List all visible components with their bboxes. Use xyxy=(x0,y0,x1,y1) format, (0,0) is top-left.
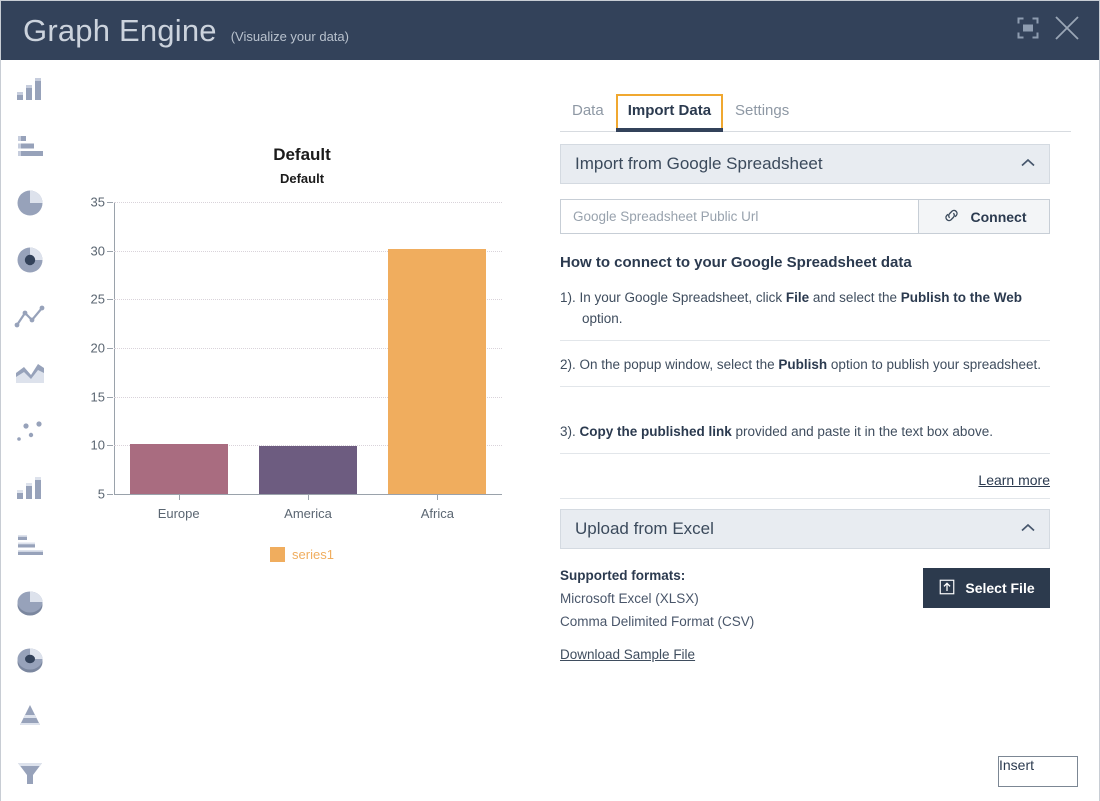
sidebar-item-funnel[interactable] xyxy=(1,744,58,801)
close-icon[interactable] xyxy=(1051,12,1083,49)
sidebar-item-donut-3d[interactable] xyxy=(1,630,58,687)
caret-up-icon xyxy=(1021,155,1035,173)
tab-data[interactable]: Data xyxy=(560,94,616,131)
y-axis-tick-label: 15 xyxy=(91,389,105,404)
chart-subtitle: Default xyxy=(58,171,546,186)
scatter-chart-icon xyxy=(15,418,45,444)
howto-step-2: 2). On the popup window, select the Publ… xyxy=(560,354,1050,387)
tab-import-data[interactable]: Import Data xyxy=(616,94,723,131)
legend-swatch xyxy=(270,547,285,562)
window-controls xyxy=(1015,12,1099,49)
x-axis-tick-mark xyxy=(308,494,309,500)
gridline xyxy=(114,202,502,203)
app-subtitle: (Visualize your data) xyxy=(231,29,349,44)
chart-bar[interactable] xyxy=(259,446,357,494)
bar-chart-icon xyxy=(15,76,45,102)
sidebar-item-pyramid[interactable] xyxy=(1,687,58,744)
download-sample-file-link[interactable]: Download Sample File xyxy=(560,647,695,662)
chart-type-sidebar xyxy=(1,60,58,801)
expand-icon[interactable] xyxy=(1015,15,1041,46)
y-axis-tick-label: 30 xyxy=(91,243,105,258)
learn-more-row: Learn more xyxy=(560,472,1050,499)
supported-formats-title: Supported formats: xyxy=(560,568,685,583)
app-title: Graph Engine xyxy=(23,13,217,49)
y-axis-tick-mark xyxy=(107,348,113,349)
sidebar-item-area[interactable] xyxy=(1,345,58,402)
funnel-chart-icon xyxy=(14,760,46,786)
chart-plot-area: 3530252015105 EuropeAmericaAfrica xyxy=(114,202,502,494)
supported-format-csv: Comma Delimited Format (CSV) xyxy=(560,614,754,629)
x-axis-tick-label: Africa xyxy=(421,506,454,521)
legend-label: series1 xyxy=(292,547,334,562)
select-file-button[interactable]: Select File xyxy=(923,568,1050,608)
google-spreadsheet-accordion-title: Import from Google Spreadsheet xyxy=(575,154,823,174)
sidebar-item-bar[interactable] xyxy=(1,60,58,117)
link-icon xyxy=(942,206,961,228)
upload-icon xyxy=(938,578,956,599)
area-chart-icon xyxy=(14,361,46,387)
sidebar-item-bar-3d[interactable] xyxy=(1,459,58,516)
pyramid-chart-icon xyxy=(14,703,46,729)
sidebar-item-horizontal-bar-3d[interactable] xyxy=(1,516,58,573)
sidebar-item-line[interactable] xyxy=(1,288,58,345)
excel-accordion-header[interactable]: Upload from Excel xyxy=(560,509,1050,549)
x-axis-tick-mark xyxy=(437,494,438,500)
pie-chart-3d-icon xyxy=(14,587,46,617)
y-axis-tick-label: 20 xyxy=(91,341,105,356)
bar-chart-3d-icon xyxy=(15,475,45,501)
line-chart-icon xyxy=(14,304,46,330)
google-url-row: Connect xyxy=(560,199,1050,234)
supported-format-xlsx: Microsoft Excel (XLSX) xyxy=(560,591,699,606)
window-header: Graph Engine (Visualize your data) xyxy=(1,1,1099,60)
insert-button[interactable]: Insert xyxy=(998,756,1078,787)
select-file-button-label: Select File xyxy=(965,580,1034,596)
y-axis-tick-mark xyxy=(107,494,113,495)
connect-button-label: Connect xyxy=(971,209,1027,225)
horizontal-bar-chart-3d-icon xyxy=(15,532,45,558)
y-axis-tick-label: 35 xyxy=(91,195,105,210)
excel-accordion-title: Upload from Excel xyxy=(575,519,714,539)
y-axis-tick-mark xyxy=(107,397,113,398)
google-spreadsheet-accordion-header[interactable]: Import from Google Spreadsheet xyxy=(560,144,1050,184)
chart-bar[interactable] xyxy=(130,444,228,494)
caret-up-icon xyxy=(1021,520,1035,538)
chart-legend[interactable]: series1 xyxy=(58,547,546,562)
howto-step-1-text: 1). In your Google Spreadsheet, click Fi… xyxy=(560,287,1050,329)
y-axis-tick-mark xyxy=(107,251,113,252)
header-branding: Graph Engine (Visualize your data) xyxy=(1,13,349,49)
chart-bar[interactable] xyxy=(388,249,486,494)
sidebar-item-scatter[interactable] xyxy=(1,402,58,459)
x-axis-tick-label: America xyxy=(284,506,332,521)
howto-step-1: 1). In your Google Spreadsheet, click Fi… xyxy=(560,287,1050,341)
howto-step-2-text: 2). On the popup window, select the Publ… xyxy=(560,354,1050,375)
howto-title: How to connect to your Google Spreadshee… xyxy=(560,254,912,271)
pie-chart-icon xyxy=(15,188,45,218)
sidebar-item-horizontal-bar[interactable] xyxy=(1,117,58,174)
connect-button[interactable]: Connect xyxy=(918,199,1050,234)
graph-engine-window: Graph Engine (Visualize your data) xyxy=(0,0,1100,801)
donut-chart-3d-icon xyxy=(14,644,46,674)
sidebar-item-pie-3d[interactable] xyxy=(1,573,58,630)
y-axis-tick-label: 5 xyxy=(98,487,105,502)
y-axis-tick-mark xyxy=(107,445,113,446)
y-axis-tick-mark xyxy=(107,299,113,300)
learn-more-link[interactable]: Learn more xyxy=(978,472,1050,488)
horizontal-bar-chart-icon xyxy=(15,133,45,159)
x-axis-tick-label: Europe xyxy=(158,506,200,521)
sidebar-item-donut[interactable] xyxy=(1,231,58,288)
y-axis-tick-label: 25 xyxy=(91,292,105,307)
sidebar-item-pie[interactable] xyxy=(1,174,58,231)
donut-chart-icon xyxy=(15,245,45,275)
settings-panel: Data Import Data Settings Import from Go… xyxy=(546,60,1099,801)
chart-title: Default xyxy=(58,145,546,165)
howto-step-3: 3). Copy the published link provided and… xyxy=(560,421,1050,454)
y-axis-tick-mark xyxy=(107,202,113,203)
google-spreadsheet-url-input[interactable] xyxy=(560,199,918,234)
y-axis-tick-label: 10 xyxy=(91,438,105,453)
chart-preview-panel: Default Default 3530252015105 EuropeAmer… xyxy=(58,60,546,801)
x-axis-tick-mark xyxy=(179,494,180,500)
panel-tabs: Data Import Data Settings xyxy=(560,90,1071,132)
tab-settings[interactable]: Settings xyxy=(723,94,801,131)
howto-step-3-text: 3). Copy the published link provided and… xyxy=(560,421,1050,442)
